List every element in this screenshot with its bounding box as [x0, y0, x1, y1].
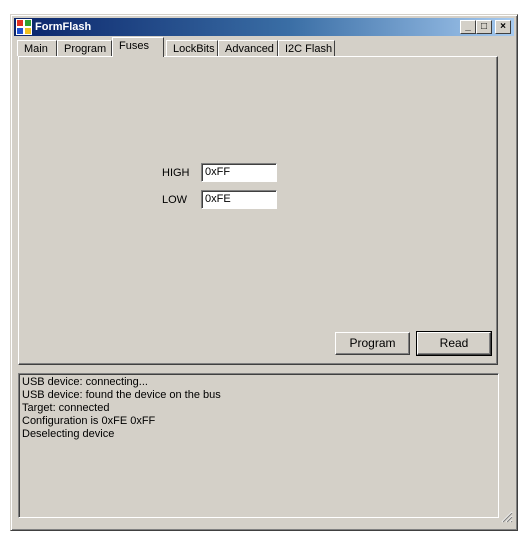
minimize-icon: _ [465, 21, 471, 32]
low-fuse-label: LOW [162, 194, 188, 206]
log-line: USB device: found the device on the bus [22, 389, 221, 401]
tab-lockbits[interactable]: LockBits [166, 40, 218, 56]
close-button[interactable]: × [495, 20, 511, 34]
high-fuse-label: HIGH [162, 167, 190, 179]
program-button[interactable]: Program [335, 332, 410, 355]
resize-grip-icon[interactable] [501, 511, 513, 523]
tab-program[interactable]: Program [57, 40, 112, 56]
maximize-icon: □ [480, 21, 488, 32]
tab-i2c-flash[interactable]: I2C Flash [278, 40, 335, 56]
formflash-app-icon[interactable] [16, 19, 32, 35]
tab-fuses[interactable]: Fuses [112, 37, 164, 57]
fuses-panel: HIGH 0xFF LOW 0xFE Program Read [18, 56, 498, 365]
window-title: FormFlash [35, 21, 92, 33]
tab-advanced[interactable]: Advanced [218, 40, 278, 56]
close-icon: × [500, 21, 506, 32]
minimize-button[interactable]: _ [460, 20, 476, 34]
log-line: Configuration is 0xFE 0xFF [22, 415, 156, 427]
high-fuse-input[interactable]: 0xFF [201, 163, 277, 182]
title-bar[interactable]: FormFlash _ □ × [14, 18, 514, 36]
low-fuse-input[interactable]: 0xFE [201, 190, 277, 209]
log-line: Target: connected [22, 402, 110, 414]
log-line: USB device: connecting... [22, 376, 148, 388]
maximize-button[interactable]: □ [476, 20, 492, 34]
read-button[interactable]: Read [416, 331, 492, 356]
log-output[interactable]: USB device: connecting... USB device: fo… [18, 373, 499, 518]
tab-main[interactable]: Main [17, 40, 57, 56]
log-line: Deselecting device [22, 428, 115, 440]
